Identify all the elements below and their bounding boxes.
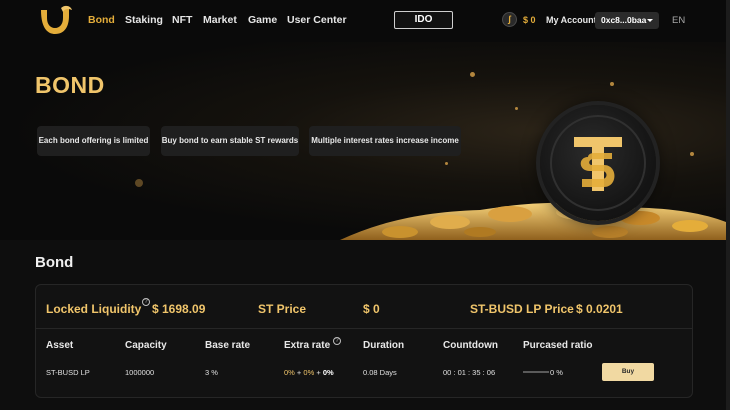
extra-rate-a: 0% xyxy=(284,368,295,377)
cell-ratio: 0 % xyxy=(550,368,563,377)
wallet-address: 0xc8...0baa xyxy=(601,15,647,25)
logo-icon[interactable] xyxy=(35,4,75,38)
nav-game[interactable]: Game xyxy=(248,14,277,26)
sparkle-decoration xyxy=(445,162,448,165)
sparkle-decoration xyxy=(690,152,694,156)
column-header-purchased-ratio: Purcased ratio xyxy=(523,340,593,351)
scrollbar[interactable] xyxy=(726,0,730,410)
sparkle-decoration xyxy=(610,82,614,86)
column-header-extra-rate: Extra rate xyxy=(284,340,331,351)
feature-chip: Buy bond to earn stable ST rewards xyxy=(161,126,299,156)
nav-user-center[interactable]: User Center xyxy=(287,14,347,26)
column-header-countdown: Countdown xyxy=(443,340,498,351)
ratio-progress-bar xyxy=(523,371,549,373)
st-price-label: ST Price xyxy=(258,302,307,316)
nav-market[interactable]: Market xyxy=(203,14,237,26)
help-icon[interactable]: ? xyxy=(142,298,150,306)
lp-price-value: $ 0.0201 xyxy=(576,302,623,316)
st-coin-illustration xyxy=(540,105,656,221)
plus-sign: + xyxy=(314,368,323,377)
bond-section: Bond Locked Liquidity ? $ 1698.09 ST Pri… xyxy=(0,240,726,410)
lp-price-label: ST-BUSD LP Price xyxy=(470,302,574,316)
locked-liquidity-value: $ 1698.09 xyxy=(152,302,206,316)
sparkle-decoration xyxy=(470,72,475,77)
caret-down-icon xyxy=(647,19,653,22)
ido-button[interactable]: IDO xyxy=(394,11,453,29)
extra-rate-c: 0% xyxy=(322,368,334,377)
column-header-capacity: Capacity xyxy=(125,340,167,351)
st-token-icon: ʃ xyxy=(502,12,517,27)
extra-rate-b: 0% xyxy=(303,368,315,377)
cell-extra-rate: 0% + 0% + 0% xyxy=(284,368,334,377)
bond-card: Locked Liquidity ? $ 1698.09 ST Price $ … xyxy=(35,284,693,398)
cell-asset: ST-BUSD LP xyxy=(46,368,90,377)
gold-coins-illustration xyxy=(340,202,726,240)
sparkle-decoration xyxy=(515,107,518,110)
st-logo-icon xyxy=(574,137,622,191)
nav-bond[interactable]: Bond xyxy=(88,14,115,26)
st-price-value: $ 0 xyxy=(363,302,380,316)
cell-duration: 0.08 Days xyxy=(363,368,397,377)
page-title: BOND xyxy=(35,72,105,98)
cell-capacity: 1000000 xyxy=(125,368,155,377)
column-header-base-rate: Base rate xyxy=(205,340,251,351)
my-account-link[interactable]: My Account xyxy=(546,15,597,25)
hero-banner: BOND Each bond offering is limited Buy b… xyxy=(0,42,726,240)
feature-chip: Multiple interest rates increase income xyxy=(309,126,461,156)
token-balance: $ 0 xyxy=(523,15,536,25)
locked-liquidity-label: Locked Liquidity xyxy=(46,302,142,316)
column-header-duration: Duration xyxy=(363,340,405,351)
nav-nft[interactable]: NFT xyxy=(172,14,192,26)
help-icon[interactable]: ? xyxy=(333,337,341,345)
feature-chip: Each bond offering is limited xyxy=(37,126,150,156)
buy-button[interactable]: Buy xyxy=(602,363,654,381)
wallet-dropdown[interactable]: 0xc8...0baa xyxy=(595,12,659,29)
sparkle-decoration xyxy=(135,179,143,187)
cell-countdown: 00 : 01 : 35 : 06 xyxy=(443,368,496,377)
divider xyxy=(36,328,692,329)
cell-base-rate: 3 % xyxy=(205,368,218,377)
section-title: Bond xyxy=(35,254,74,271)
nav-staking[interactable]: Staking xyxy=(125,14,163,26)
column-header-asset: Asset xyxy=(46,340,74,351)
language-selector[interactable]: EN xyxy=(672,15,685,26)
top-nav: Bond Staking NFT Market Game User Center… xyxy=(0,0,730,42)
